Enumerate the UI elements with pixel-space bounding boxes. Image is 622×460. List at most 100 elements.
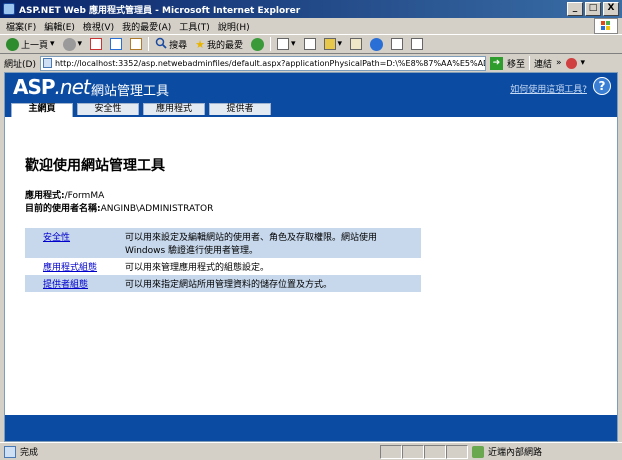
back-button[interactable]: 上一頁 ▾ — [4, 36, 57, 52]
table-row: 提供者組態 可以用來指定網站所用管理資料的儲存位置及方式。 — [25, 275, 421, 292]
menu-help[interactable]: 說明(H) — [218, 20, 250, 33]
tab-home[interactable]: 主網頁 — [11, 103, 73, 117]
address-label: 網址(D) — [4, 59, 36, 70]
print-icon — [303, 38, 316, 50]
chevron-down-icon[interactable]: ▾ — [581, 58, 586, 68]
maximize-button[interactable]: □ — [585, 2, 601, 16]
user-label: 目前的使用者名稱: — [25, 204, 101, 214]
chevron-right-icon[interactable]: » — [556, 58, 562, 68]
window-title: ASP.NET Web 應用程式管理員 - Microsoft Internet… — [19, 5, 301, 16]
stop-button[interactable] — [88, 36, 104, 52]
security-zone: 近端內部網路 — [468, 445, 568, 458]
feature-description: 可以用來管理應用程式的組態設定。 — [125, 263, 270, 273]
aspnet-logo: ASP.net — [13, 75, 91, 99]
mail-icon — [276, 38, 289, 50]
home-button[interactable] — [128, 36, 144, 52]
status-cell — [446, 444, 468, 459]
tab-provider[interactable]: 提供者 — [209, 103, 271, 115]
tab-security[interactable]: 安全性 — [77, 103, 139, 115]
table-row: 安全性 可以用來設定及編輯網站的使用者、角色及存取權限。網站使用 Windows… — [25, 228, 421, 258]
status-bar: 完成 近端內部網路 — [0, 442, 622, 460]
mail-button[interactable]: ▾ — [275, 36, 298, 52]
menu-tools[interactable]: 工具(T) — [179, 20, 210, 33]
chevron-down-icon: ▾ — [290, 39, 296, 49]
messenger-icon — [370, 37, 384, 51]
security-link[interactable]: 安全性 — [43, 233, 70, 243]
toolbar-separator — [148, 37, 150, 51]
logo-asp: ASP — [13, 75, 56, 99]
user-info: 目前的使用者名稱:ANGINB\ADMINISTRATOR — [25, 203, 599, 216]
back-arrow-icon — [6, 37, 19, 51]
page-title: 歡迎使用網站管理工具 — [25, 158, 165, 174]
site-header: ASP.net 網站管理工具 如何使用這項工具? ? — [5, 73, 617, 101]
go-arrow-icon[interactable]: ➜ — [489, 56, 503, 70]
edit-button[interactable]: ▾ — [322, 36, 345, 52]
history-button[interactable] — [249, 36, 266, 52]
menu-file[interactable]: 檔案(F) — [6, 20, 36, 33]
address-url: http://localhost:3352/asp.netwebadminfil… — [54, 58, 486, 68]
ie-icon — [3, 3, 15, 15]
help-icon[interactable]: ? — [593, 77, 611, 95]
menu-edit[interactable]: 編輯(E) — [44, 20, 75, 33]
go-button[interactable]: 移至 — [507, 57, 525, 70]
history-icon — [250, 37, 264, 51]
title-bar: ASP.NET Web 應用程式管理員 - Microsoft Internet… — [0, 0, 622, 18]
refresh-button[interactable] — [108, 36, 124, 52]
discuss-icon — [350, 38, 363, 50]
camera-button[interactable] — [409, 36, 425, 52]
tabs: 主網頁 安全性 應用程式 提供者 — [11, 103, 271, 117]
app-info: 應用程式:/FormMA — [25, 190, 599, 203]
folder-icon — [391, 38, 404, 50]
refresh-icon — [110, 38, 123, 50]
discuss-button[interactable] — [348, 36, 364, 52]
page-done-icon — [4, 445, 16, 458]
chevron-down-icon: ▾ — [337, 39, 343, 49]
search-icon — [155, 37, 167, 52]
links-button[interactable]: 連結 — [534, 57, 552, 70]
close-button[interactable]: X — [603, 2, 619, 16]
address-separator — [528, 56, 530, 70]
status-cell — [424, 444, 446, 459]
menu-favorites[interactable]: 我的最愛(A) — [122, 20, 171, 33]
menu-view[interactable]: 檢視(V) — [83, 20, 114, 33]
status-cell — [402, 444, 424, 459]
home-icon — [130, 38, 143, 50]
toolbar-separator — [269, 37, 271, 51]
window-controls: _ □ X — [567, 2, 619, 16]
tab-application[interactable]: 應用程式 — [143, 103, 205, 115]
feature-description: 可以用來指定網站所用管理資料的儲存位置及方式。 — [121, 275, 421, 292]
table-row: 應用程式組態 可以用來管理應用程式的組態設定。 — [25, 258, 421, 275]
edit-icon — [323, 38, 336, 50]
chevron-down-icon: ▾ — [50, 39, 55, 49]
favorites-button[interactable]: ★ 我的最愛 — [193, 36, 245, 52]
app-config-link[interactable]: 應用程式組態 — [43, 263, 97, 273]
chevron-down-icon: ▾ — [77, 39, 83, 49]
feature-table: 安全性 可以用來設定及編輯網站的使用者、角色及存取權限。網站使用 Windows… — [25, 228, 421, 292]
address-input[interactable]: http://localhost:3352/asp.netwebadminfil… — [39, 55, 486, 71]
status-text: 完成 — [20, 448, 39, 458]
back-label: 上一頁 — [21, 40, 49, 51]
intranet-icon — [472, 445, 484, 458]
user-value: ANGINB\ADMINISTRATOR — [100, 204, 214, 214]
menu-bar: 檔案(F) 編輯(E) 檢視(V) 我的最愛(A) 工具(T) 說明(H) — [0, 18, 622, 34]
logo-net: .net — [54, 75, 91, 99]
site-footer — [5, 415, 617, 441]
provider-config-link[interactable]: 提供者組態 — [43, 280, 88, 290]
site-title: 網站管理工具 — [91, 84, 170, 99]
status-cell — [380, 444, 402, 459]
table-cell: 應用程式組態 — [25, 258, 121, 275]
app-value: /FormMA — [64, 191, 105, 201]
folder-button[interactable] — [389, 36, 405, 52]
print-button[interactable] — [302, 36, 318, 52]
help-link[interactable]: 如何使用這項工具? — [510, 82, 587, 95]
stop-icon — [90, 38, 103, 50]
search-button[interactable]: 搜尋 — [153, 36, 189, 52]
main-content: 歡迎使用網站管理工具 應用程式:/FormMA 目前的使用者名稱:ANGINB\… — [5, 117, 617, 292]
tab-strip: 主網頁 安全性 應用程式 提供者 — [5, 101, 617, 117]
forward-button[interactable]: ▾ — [61, 36, 85, 52]
toolbar-extension-icon[interactable] — [565, 57, 577, 69]
minimize-button[interactable]: _ — [567, 2, 583, 16]
address-bar: 網址(D) http://localhost:3352/asp.netwebad… — [0, 54, 622, 72]
feature-description: 可以用來設定及編輯網站的使用者、角色及存取權限。網站使用 Windows 驗證進… — [121, 228, 421, 258]
messenger-button[interactable] — [368, 36, 385, 52]
